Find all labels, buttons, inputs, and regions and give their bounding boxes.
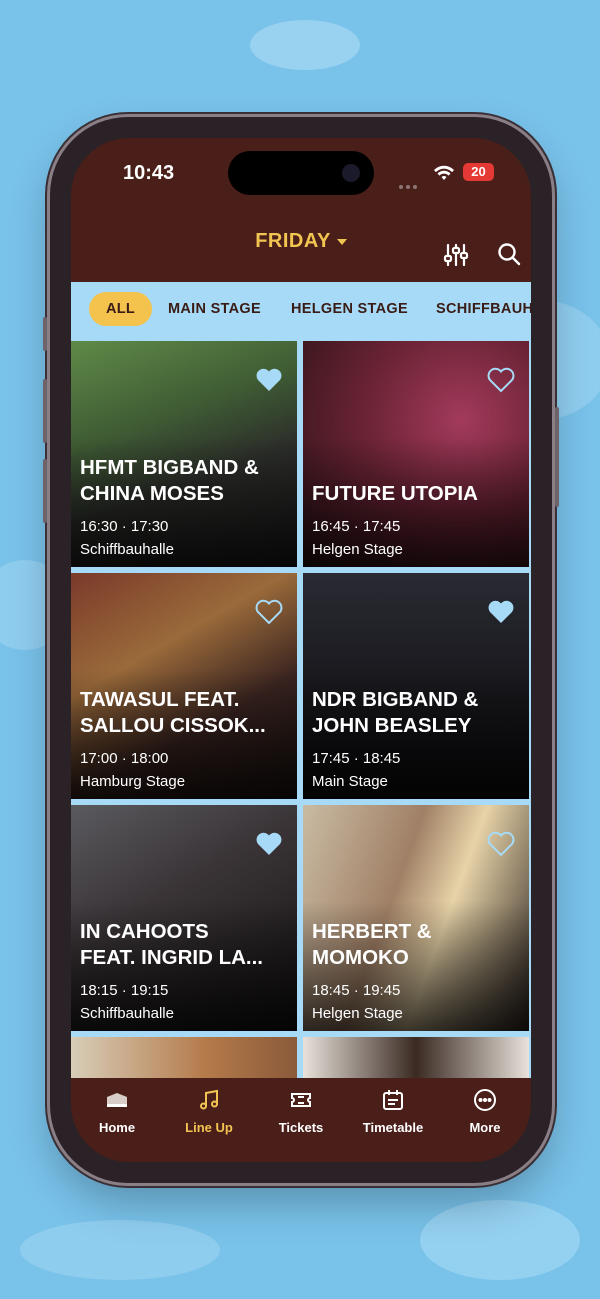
artist-photo <box>303 1037 529 1080</box>
tab-label: Timetable <box>362 1120 424 1135</box>
more-icon <box>474 1089 496 1111</box>
heart-filled-icon[interactable] <box>255 831 283 857</box>
event-stage: Hamburg Stage <box>80 773 186 790</box>
caret-down-icon <box>336 238 347 245</box>
heart-filled-icon[interactable] <box>255 367 283 393</box>
day-label: FRIDAY <box>255 230 331 252</box>
tab-more[interactable]: More <box>439 1078 531 1162</box>
event-title: HERBERT & MOMOKO <box>312 920 432 969</box>
tab-label: Line Up <box>185 1120 233 1135</box>
calendar-icon <box>383 1090 403 1110</box>
tab-label: Home <box>98 1120 136 1135</box>
event-title: NDR BIGBAND & JOHN BEASLEY <box>312 688 479 737</box>
event-times: 17:45 · 18:45 <box>312 750 401 767</box>
heart-outline-icon[interactable] <box>255 599 283 625</box>
tab-line-up[interactable]: Line Up <box>163 1078 255 1162</box>
event-times: 16:30 · 17:30 <box>80 518 169 535</box>
volume-up-button <box>43 379 47 443</box>
background-texture <box>20 1220 220 1280</box>
event-card[interactable] <box>71 1037 297 1080</box>
stage-filter-tabs: ALL MAIN STAGE HELGEN STAGE SCHIFFBAUHAL… <box>71 282 531 338</box>
app-screen: 10:43 20 FRIDAY ALL MAIN STAGE HELGEN ST… <box>71 138 531 1162</box>
event-times: 17:00 · 18:00 <box>80 750 169 767</box>
heart-outline-icon[interactable] <box>487 831 515 857</box>
tab-timetable[interactable]: Timetable <box>347 1078 439 1162</box>
event-card[interactable]: TAWASUL FEAT. SALLOU CISSOK... 17:00 · 1… <box>71 573 297 799</box>
event-title: TAWASUL FEAT. SALLOU CISSOK... <box>80 688 266 737</box>
event-times: 18:15 · 19:15 <box>80 982 169 999</box>
event-stage: Schiffbauhalle <box>80 1005 174 1022</box>
heart-filled-icon[interactable] <box>487 599 515 625</box>
event-card[interactable] <box>303 1037 529 1080</box>
tab-label: Tickets <box>278 1120 324 1135</box>
heart-outline-icon[interactable] <box>487 367 515 393</box>
camera-icon <box>342 164 360 182</box>
artist-photo <box>71 1037 297 1080</box>
action-button <box>43 317 47 351</box>
background-texture <box>250 20 360 70</box>
tab-tickets[interactable]: Tickets <box>255 1078 347 1162</box>
lineup-grid: HFMT BIGBAND & CHINA MOSES 16:30 · 17:30… <box>71 338 531 1080</box>
tab-schiffbauhalle[interactable]: SCHIFFBAUHALLE <box>436 292 531 326</box>
event-stage: Helgen Stage <box>312 541 403 558</box>
filter-sliders-icon[interactable] <box>443 242 469 268</box>
power-button <box>555 407 559 507</box>
wifi-icon <box>434 165 454 180</box>
status-time: 10:43 <box>123 162 175 184</box>
tab-helgen-stage[interactable]: HELGEN STAGE <box>291 292 408 326</box>
event-times: 16:45 · 17:45 <box>312 518 401 535</box>
event-card[interactable]: FUTURE UTOPIA 16:45 · 17:45 Helgen Stage <box>303 341 529 567</box>
search-icon[interactable] <box>497 242 521 266</box>
top-bar: FRIDAY <box>71 218 531 282</box>
phone-frame: 10:43 20 FRIDAY ALL MAIN STAGE HELGEN ST… <box>43 117 559 1183</box>
event-title: FUTURE UTOPIA <box>312 482 478 505</box>
event-stage: Main Stage <box>312 773 388 790</box>
event-title: HFMT BIGBAND & CHINA MOSES <box>80 456 259 505</box>
home-icon <box>107 1093 127 1107</box>
music-note-icon <box>200 1089 218 1110</box>
volume-down-button <box>43 459 47 523</box>
event-stage: Helgen Stage <box>312 1005 403 1022</box>
status-bar: 10:43 20 <box>71 138 531 218</box>
event-card[interactable]: IN CAHOOTS FEAT. INGRID LA... 18:15 · 19… <box>71 805 297 1031</box>
battery-indicator: 20 <box>463 163 494 181</box>
ticket-icon <box>291 1093 311 1107</box>
tab-label: More <box>469 1120 501 1135</box>
signal-icon <box>399 174 425 189</box>
event-title: IN CAHOOTS FEAT. INGRID LA... <box>80 920 263 969</box>
event-card[interactable]: HERBERT & MOMOKO 18:45 · 19:45 Helgen St… <box>303 805 529 1031</box>
event-card[interactable]: HFMT BIGBAND & CHINA MOSES 16:30 · 17:30… <box>71 341 297 567</box>
background-texture <box>420 1200 580 1280</box>
event-times: 18:45 · 19:45 <box>312 982 401 999</box>
dynamic-island <box>228 151 374 195</box>
tab-home[interactable]: Home <box>71 1078 163 1162</box>
bottom-tab-bar: Home Line Up Tickets Timetable More <box>71 1078 531 1162</box>
event-stage: Schiffbauhalle <box>80 541 174 558</box>
tab-main-stage[interactable]: MAIN STAGE <box>168 292 261 326</box>
tab-all[interactable]: ALL <box>89 292 153 326</box>
event-card[interactable]: NDR BIGBAND & JOHN BEASLEY 17:45 · 18:45… <box>303 573 529 799</box>
